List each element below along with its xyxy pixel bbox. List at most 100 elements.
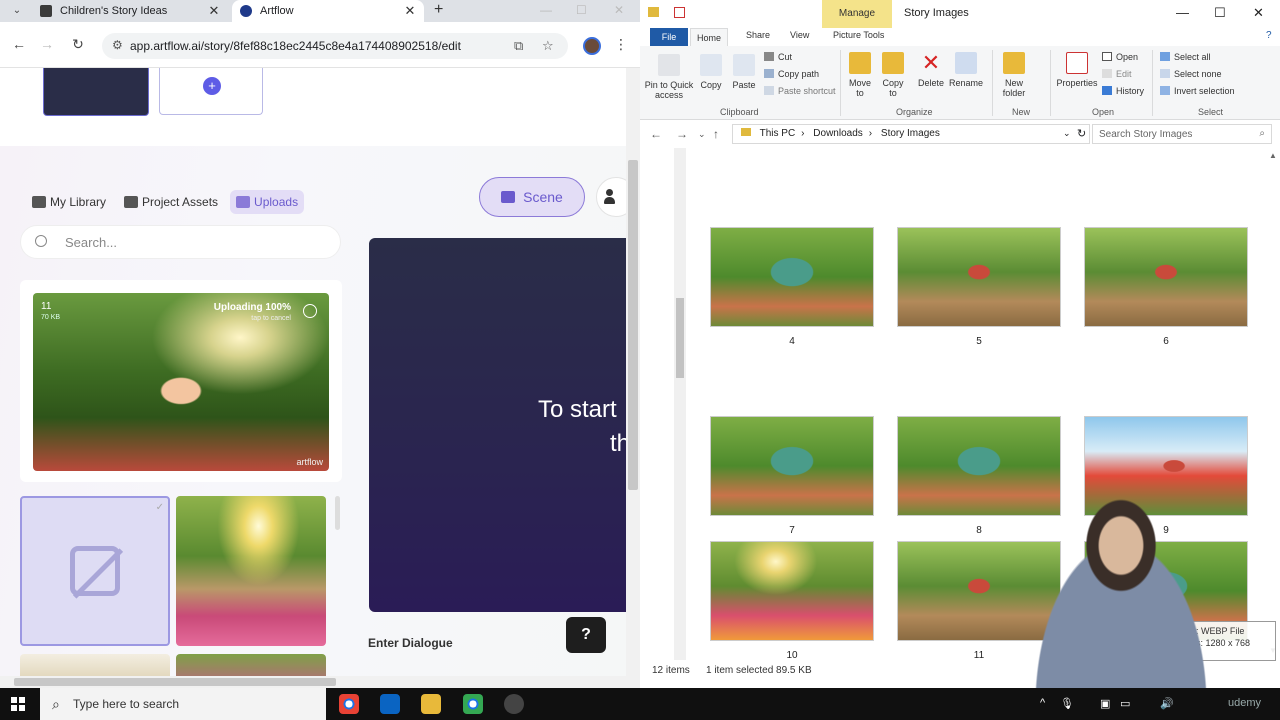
tray-mic-icon[interactable]: 🎙 [1060, 697, 1074, 710]
nav-pane-scroll-thumb[interactable] [676, 298, 684, 378]
help-icon[interactable]: ? [1266, 30, 1272, 41]
ribbon-tab-share[interactable]: Share [746, 30, 770, 40]
forward-button[interactable]: → [676, 127, 688, 141]
upload-cancel-link[interactable]: tap to cancel [251, 315, 291, 322]
reload-button[interactable]: ↻ [69, 36, 87, 53]
delete-button[interactable]: ✕ Delete [914, 52, 948, 89]
bookmark-star-icon[interactable]: ☆ [542, 38, 554, 54]
outlook-taskbar-icon[interactable] [380, 694, 400, 714]
profile-avatar[interactable] [583, 37, 601, 55]
file-name-label[interactable]: 6 [1084, 336, 1248, 347]
asset-search-input[interactable]: Search... [20, 225, 341, 259]
forward-button[interactable]: → [38, 36, 56, 52]
copy-to-button[interactable]: Copy to [879, 52, 907, 98]
ribbon-tab-home[interactable]: Home [690, 28, 728, 47]
cut-button[interactable]: Cut [764, 52, 792, 62]
add-scene-button[interactable]: + [159, 68, 263, 115]
volume-icon[interactable]: 🔊 [1160, 697, 1174, 710]
nav-pane-scrollbar[interactable] [674, 148, 686, 660]
open-button[interactable]: Open [1102, 52, 1138, 62]
tab-uploads[interactable]: Uploads [230, 190, 305, 214]
recent-locations-icon[interactable]: ⌄ [698, 129, 706, 140]
breadcrumb-this-pc[interactable]: This PC [760, 128, 796, 139]
ribbon-tab-file[interactable]: File [650, 28, 688, 46]
windows-start-icon[interactable] [11, 697, 25, 711]
select-all-button[interactable]: Select all [1160, 52, 1211, 62]
file-name-label[interactable]: 5 [897, 336, 1061, 347]
copy-path-button[interactable]: Copy path [764, 69, 819, 79]
page-hscroll-thumb[interactable] [14, 678, 336, 686]
minimize-icon[interactable]: — [1176, 5, 1189, 20]
scene-thumbnail[interactable] [43, 68, 149, 116]
explorer-search-input[interactable]: Search Story Images ⌕ [1092, 124, 1272, 144]
new-tab-button[interactable]: + [434, 1, 443, 19]
paste-button[interactable]: Paste [730, 54, 758, 90]
file-thumbnail-4[interactable] [710, 227, 874, 327]
chrome-menu-icon[interactable]: ⋮ [614, 36, 628, 53]
invert-selection-button[interactable]: Invert selection [1160, 86, 1235, 96]
breadcrumb-story-images[interactable]: Story Images [881, 128, 940, 139]
ribbon-tab-view[interactable]: View [790, 30, 809, 40]
move-to-button[interactable]: Move to [846, 52, 874, 98]
tab-artflow[interactable]: Artflow ✕ [232, 0, 424, 22]
gallery-item-jungle[interactable] [176, 496, 326, 646]
install-app-icon[interactable]: ⧉ [514, 38, 523, 54]
chrome-profile-taskbar-icon[interactable] [463, 694, 483, 714]
tab-childrens-story-ideas[interactable]: Children's Story Ideas ✕ [32, 0, 228, 22]
address-box[interactable]: This PC › Downloads › Story Images ⌄ ↻ [732, 124, 1090, 144]
up-button[interactable]: ↑ [713, 127, 719, 141]
upload-card[interactable]: 11 70 KB Uploading 100% tap to cancel ar… [20, 280, 342, 482]
back-button[interactable]: ← [10, 36, 28, 52]
file-name-label[interactable]: 7 [710, 525, 874, 536]
explorer-vertical-scrollbar[interactable]: ▲ ▼ [1266, 148, 1280, 660]
file-thumbnail-6[interactable] [1084, 227, 1248, 327]
file-thumbnail-5[interactable] [897, 227, 1061, 327]
gallery-scrollbar[interactable] [335, 496, 340, 530]
manage-tab[interactable]: Manage [822, 0, 892, 28]
tab-search-chevron-icon[interactable]: ⌄ [8, 4, 26, 18]
address-dropdown-icon[interactable]: ⌄ [1063, 128, 1071, 139]
properties-button[interactable]: Properties [1054, 52, 1100, 88]
chrome-taskbar-icon[interactable] [339, 694, 359, 714]
site-settings-icon[interactable]: ⚙ [112, 38, 123, 52]
properties-icon[interactable] [674, 7, 685, 18]
ribbon-tab-picture-tools[interactable]: Picture Tools [833, 30, 884, 40]
tab-close-icon[interactable]: ✕ [404, 3, 416, 19]
taskbar-search-input[interactable]: ⌕ Type here to search [40, 688, 326, 720]
window-close-icon[interactable]: ✕ [614, 3, 624, 17]
enter-dialogue-label[interactable]: Enter Dialogue [368, 636, 453, 650]
file-name-label[interactable]: 4 [710, 336, 874, 347]
tray-overflow-icon[interactable]: ^ [1040, 697, 1045, 709]
scene-button[interactable]: Scene [479, 177, 585, 217]
file-explorer-taskbar-icon[interactable] [421, 694, 441, 714]
pin-quick-access-button[interactable]: Pin to Quick access [644, 54, 694, 100]
page-scroll-thumb[interactable] [628, 160, 638, 490]
help-button[interactable]: ? [566, 617, 606, 653]
recorder-taskbar-icon[interactable] [504, 694, 524, 714]
maximize-icon[interactable]: ☐ [576, 3, 587, 17]
select-none-button[interactable]: Select none [1160, 69, 1222, 79]
copy-button[interactable]: Copy [698, 54, 724, 90]
history-button[interactable]: History [1102, 86, 1144, 96]
tab-close-icon[interactable]: ✕ [208, 3, 220, 19]
battery-icon[interactable]: ▭ [1120, 697, 1130, 710]
file-thumbnail-7[interactable] [710, 416, 874, 516]
window-close-icon[interactable]: ✕ [1253, 5, 1264, 21]
paste-shortcut-button[interactable]: Paste shortcut [764, 86, 836, 96]
tray-app-icon[interactable]: ▣ [1100, 697, 1110, 710]
minimize-icon[interactable]: — [540, 3, 552, 17]
check-icon[interactable]: ✓ [156, 502, 164, 513]
maximize-icon[interactable]: ☐ [1214, 5, 1226, 21]
scene-canvas[interactable]: To start th [369, 238, 626, 612]
address-bar[interactable]: ⚙ app.artflow.ai/story/8fef88c18ec2445c8… [102, 33, 568, 59]
breadcrumb-downloads[interactable]: Downloads [813, 128, 862, 139]
gallery-item-placeholder[interactable]: ✓ [20, 496, 170, 646]
scroll-up-icon[interactable]: ▲ [1269, 151, 1277, 160]
new-folder-button[interactable]: New folder [996, 52, 1032, 98]
rename-button[interactable]: Rename [948, 52, 984, 88]
refresh-icon[interactable]: ↻ [1077, 127, 1086, 140]
tab-my-library[interactable]: My Library [26, 190, 112, 214]
file-thumbnail-10[interactable] [710, 541, 874, 641]
tab-project-assets[interactable]: Project Assets [118, 190, 224, 214]
back-button[interactable]: ← [650, 127, 662, 141]
